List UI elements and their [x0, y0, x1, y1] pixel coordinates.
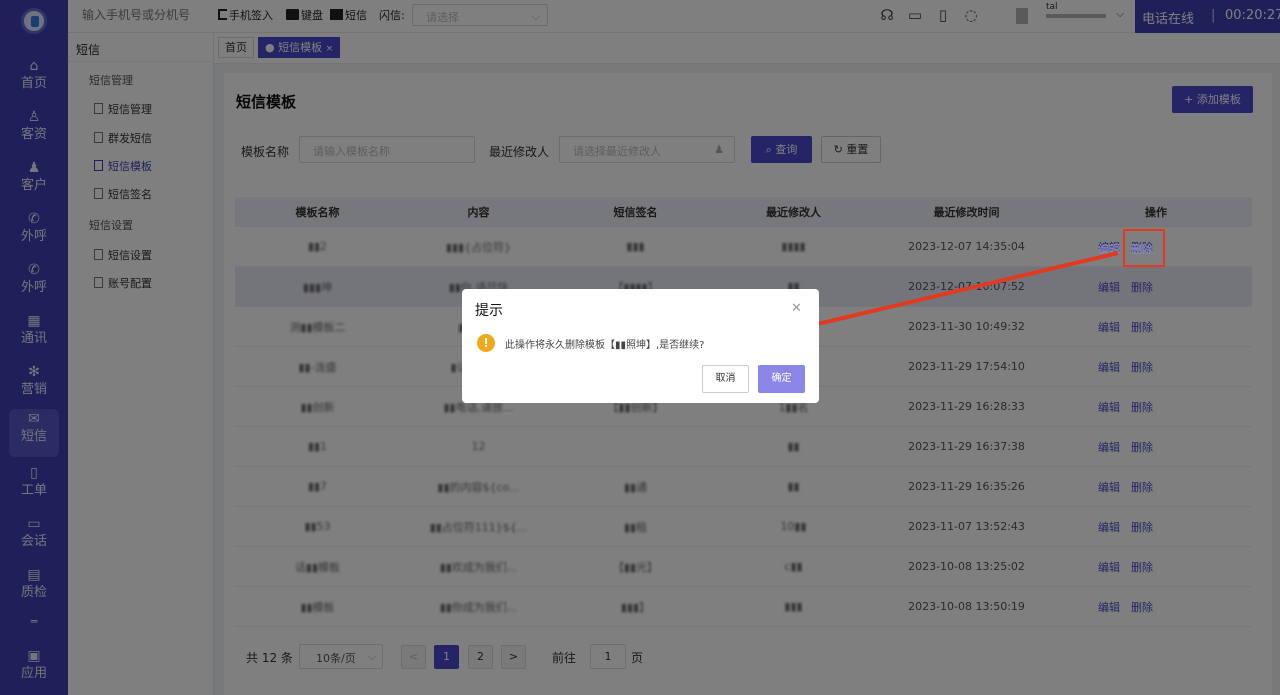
- confirm-dialog: 提示 ✕ ! 此操作将永久删除模板【▮▮照坤】,是否继续? 取消 确定: [462, 289, 819, 403]
- arrow-shaft: [804, 251, 1119, 329]
- confirm-button[interactable]: 确定: [758, 365, 805, 393]
- close-icon[interactable]: ✕: [791, 301, 802, 316]
- cancel-button[interactable]: 取消: [702, 365, 749, 393]
- dialog-title: 提示: [475, 303, 503, 319]
- dialog-message: 此操作将永久删除模板【▮▮照坤】,是否继续?: [505, 340, 705, 351]
- warning-icon: !: [477, 334, 495, 352]
